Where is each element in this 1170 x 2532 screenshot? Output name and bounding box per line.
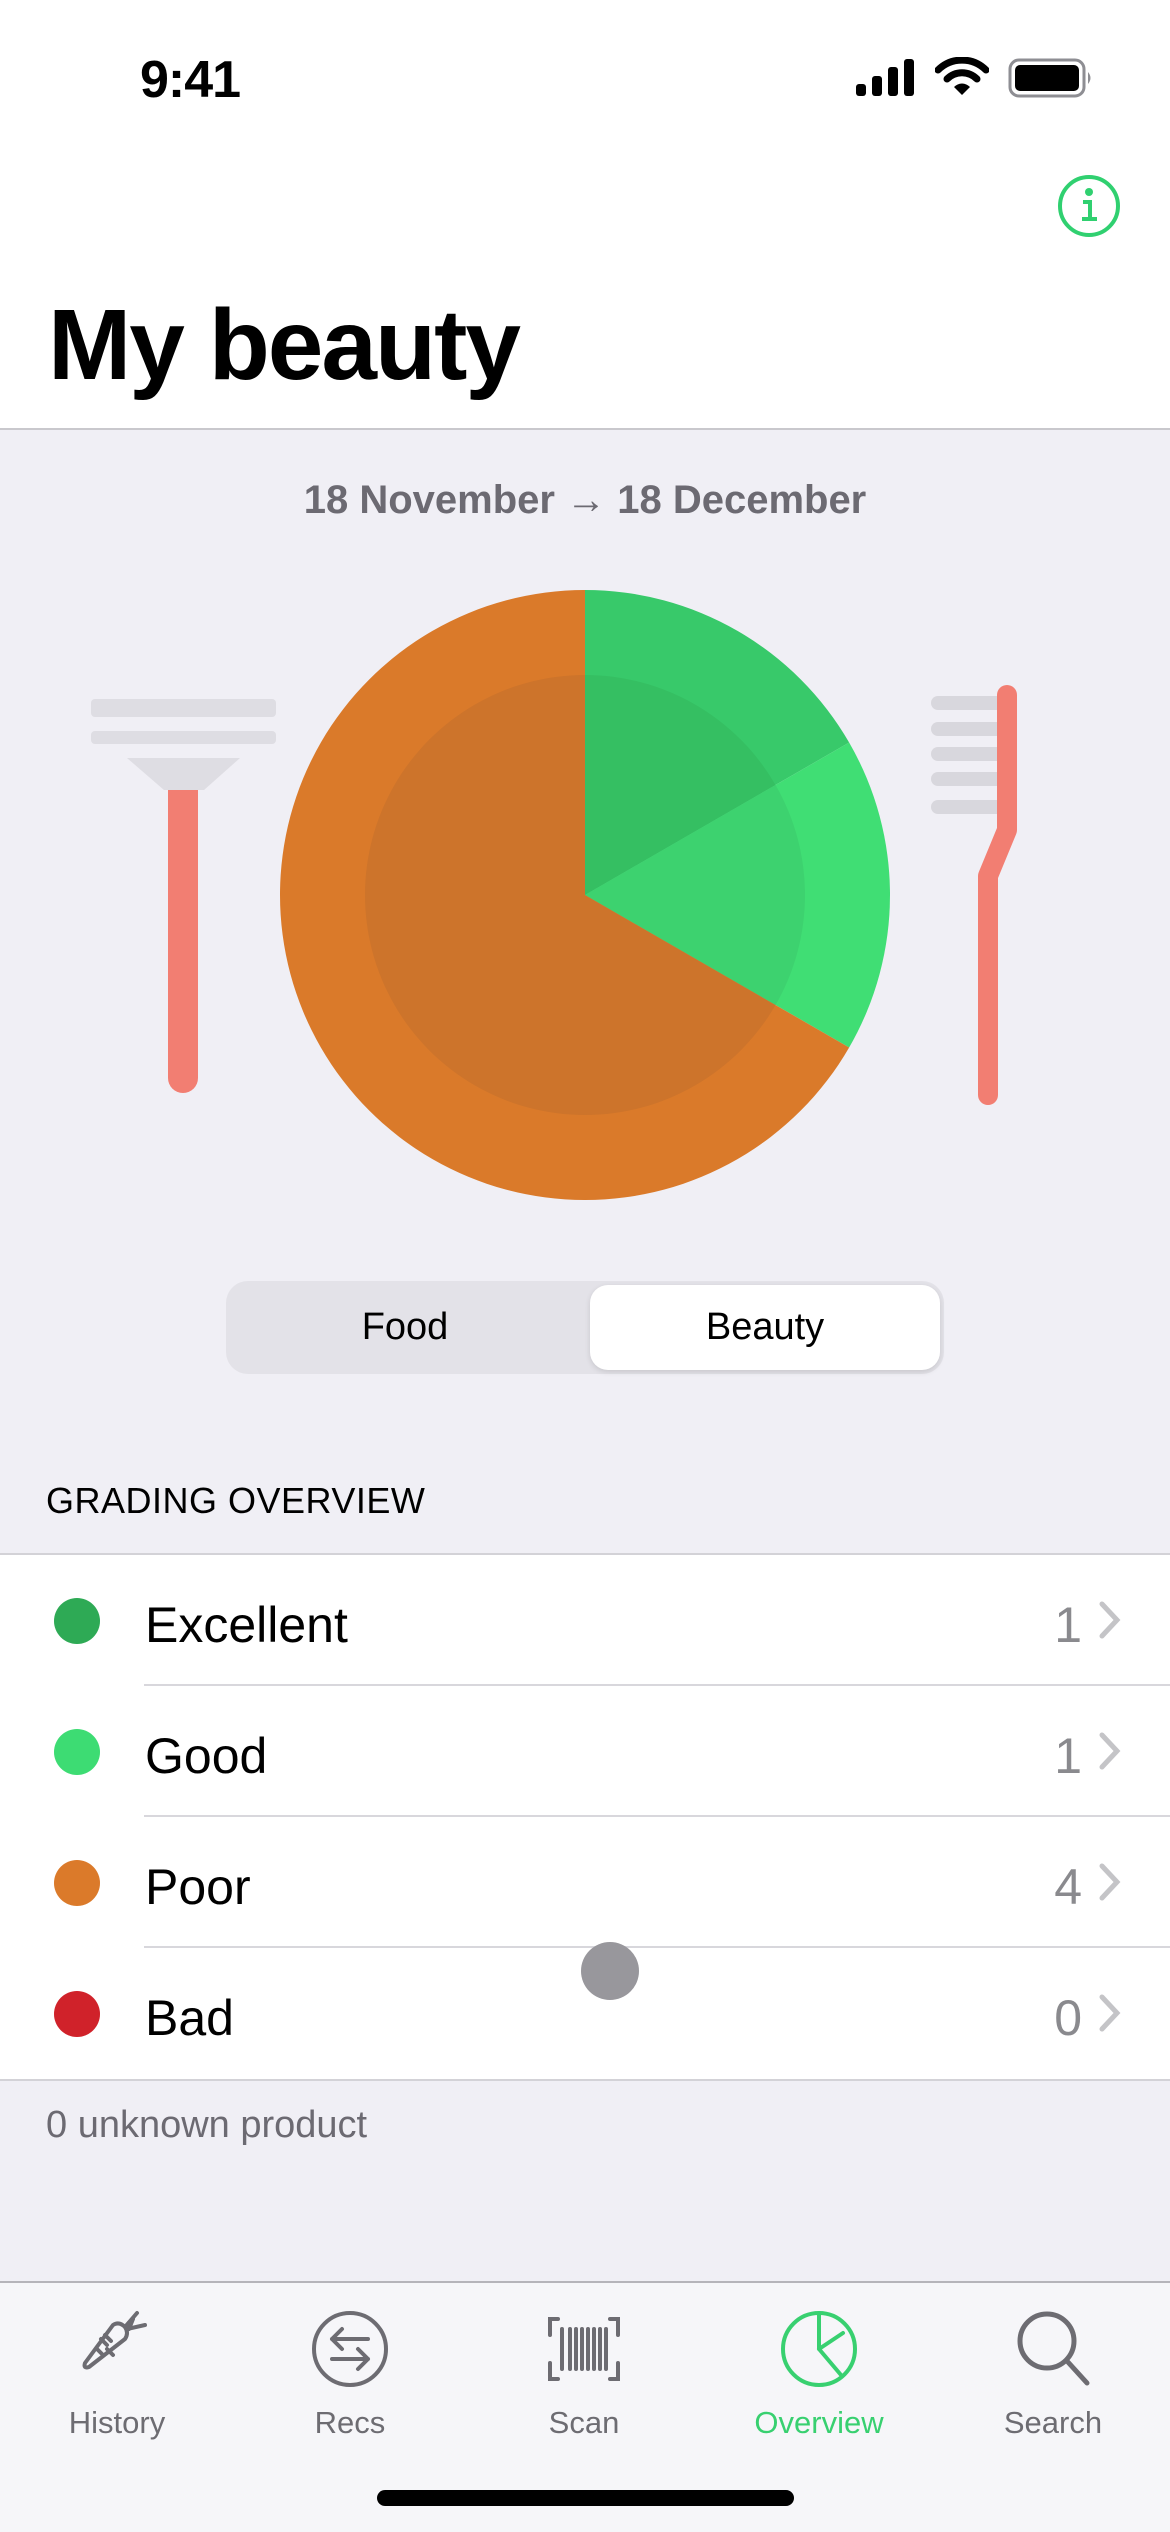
- wifi-icon: [935, 57, 989, 95]
- grading-list: Excellent 1 Good 1 Poor 4 Bad 0: [0, 1553, 1170, 2081]
- grade-count: 1: [1054, 1597, 1082, 1653]
- unknown-products-note: 0 unknown product: [46, 2104, 368, 2146]
- tab-label: History: [68, 2405, 166, 2440]
- pie-inner: [364, 675, 805, 1115]
- carrot-icon: [82, 2311, 147, 2370]
- segment-food[interactable]: Food: [230, 1285, 580, 1370]
- info-circle-icon: [1058, 175, 1120, 237]
- swap-arrows-icon: [312, 2311, 388, 2387]
- chevron-right-icon: [1099, 1732, 1121, 1770]
- magnifier-icon: [1017, 2311, 1090, 2386]
- grade-label: Good: [145, 1728, 268, 1784]
- grade-row-poor[interactable]: Poor 4: [0, 1817, 1170, 1948]
- segment-beauty[interactable]: Beauty: [590, 1285, 940, 1370]
- home-indicator[interactable]: [377, 2490, 794, 2506]
- page-title: My beauty: [48, 289, 521, 401]
- tab-scan[interactable]: Scan: [484, 2299, 684, 2440]
- cellular-signal-icon: [856, 59, 914, 96]
- tab-overview[interactable]: Overview: [719, 2299, 919, 2440]
- grade-row-excellent[interactable]: Excellent 1: [0, 1555, 1170, 1686]
- razor-icon: [91, 699, 276, 1093]
- grade-label: Bad: [145, 1990, 234, 2046]
- grade-color-dot: [54, 1991, 100, 2037]
- touch-indicator: [581, 1942, 639, 2000]
- info-button[interactable]: [1055, 172, 1123, 240]
- grade-count: 4: [1054, 1859, 1082, 1915]
- section-header-grading-overview: GRADING OVERVIEW: [46, 1480, 426, 1521]
- battery-icon: [1008, 58, 1091, 98]
- grade-count: 1: [1054, 1728, 1082, 1784]
- grade-color-dot: [54, 1598, 100, 1644]
- barcode-scan-icon: [548, 2317, 620, 2381]
- chevron-right-icon: [1099, 1994, 1121, 2032]
- date-range: 18 November → 18 December: [303, 478, 867, 522]
- plate-chart: [91, 590, 1017, 1200]
- tab-history[interactable]: History: [17, 2299, 217, 2440]
- tab-label: Overview: [754, 2405, 884, 2440]
- tab-search[interactable]: Search: [953, 2299, 1153, 2440]
- chevron-right-icon: [1099, 1863, 1121, 1901]
- tab-label: Scan: [548, 2405, 620, 2440]
- grade-color-dot: [54, 1729, 100, 1775]
- navigation-header: 9:41 My beauty: [0, 0, 1170, 430]
- status-time: 9:41: [140, 51, 241, 109]
- category-segmented-control: Food Beauty: [226, 1281, 944, 1374]
- pie-chart-icon: [781, 2311, 857, 2387]
- tab-label: Search: [1003, 2405, 1103, 2440]
- grade-label: Excellent: [145, 1597, 348, 1653]
- tab-label: Recs: [314, 2405, 386, 2440]
- chevron-right-icon: [1099, 1601, 1121, 1639]
- grade-row-good[interactable]: Good 1: [0, 1686, 1170, 1817]
- grade-label: Poor: [145, 1859, 251, 1915]
- grade-color-dot: [54, 1860, 100, 1906]
- toothbrush-icon: [931, 685, 1017, 1105]
- tab-recs[interactable]: Recs: [250, 2299, 450, 2440]
- grade-count: 0: [1054, 1990, 1082, 2046]
